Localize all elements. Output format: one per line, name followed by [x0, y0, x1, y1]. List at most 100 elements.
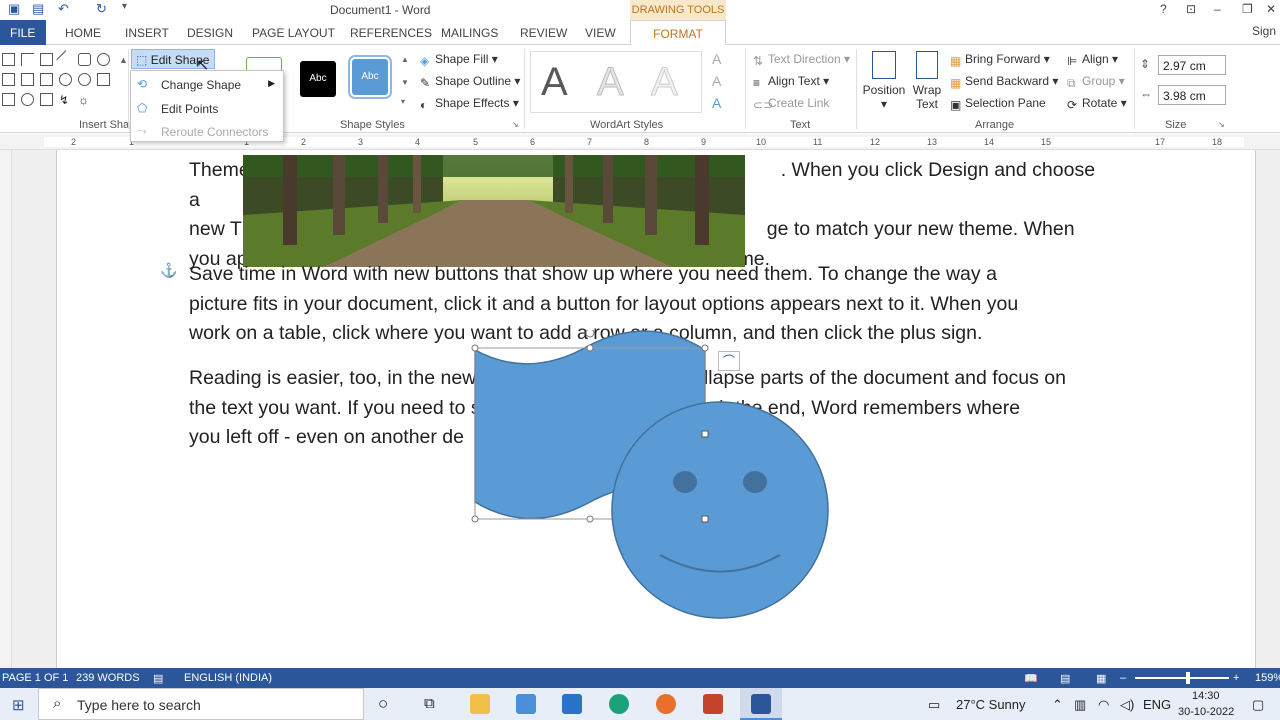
weather-status[interactable]: 27°C Sunny [956, 697, 1026, 712]
send-backward-button[interactable]: ▦ Send Backward ▾ [950, 74, 1058, 90]
bring-forward-button[interactable]: ▦ Bring Forward ▾ [950, 52, 1050, 68]
rotate-handle-icon[interactable] [585, 330, 595, 338]
tab-home[interactable]: HOME [65, 26, 101, 40]
file-explorer-icon[interactable] [470, 694, 490, 714]
shape-outline-button[interactable]: ✎ Shape Outline ▾ [420, 74, 520, 90]
tab-design[interactable]: DESIGN [187, 26, 233, 40]
shapes-layer[interactable] [460, 330, 850, 620]
language-status[interactable]: ENGLISH (INDIA) [184, 672, 272, 684]
resize-handle[interactable] [701, 344, 709, 352]
notifications-icon[interactable]: ▢ [1252, 697, 1264, 713]
edit-point-handle[interactable] [701, 515, 709, 523]
align-text-button[interactable]: ≡ Align Text ▾ [753, 74, 829, 90]
tab-mailings[interactable]: MAILINGS [441, 26, 498, 40]
styles-more-icon[interactable]: ▾ [401, 97, 405, 106]
menu-change-shape[interactable]: Change Shape [161, 78, 241, 92]
anchor-icon[interactable]: ⚓ [160, 262, 177, 279]
redo-icon[interactable]: ↻ [96, 1, 107, 17]
firefox-icon[interactable] [656, 694, 676, 714]
wrap-text-button[interactable]: Wrap Text [910, 51, 944, 111]
restore-icon[interactable]: ❐ [1242, 2, 1253, 16]
word-icon[interactable]: ▣ [8, 1, 20, 17]
wordart-gallery[interactable]: A A A [530, 51, 702, 113]
word-count[interactable]: 239 WORDS [76, 672, 140, 684]
edge-icon[interactable] [609, 694, 629, 714]
vertical-ruler[interactable] [0, 150, 12, 668]
network-icon[interactable]: ▥ [1074, 697, 1086, 713]
page-count[interactable]: PAGE 1 OF 1 [2, 672, 68, 684]
zoom-in-icon[interactable]: + [1233, 672, 1239, 684]
undo-icon[interactable]: ↶ [58, 1, 69, 17]
selection-pane-button[interactable]: ▣ Selection Pane [950, 96, 1046, 112]
width-input[interactable]: 3.98 cm [1158, 85, 1226, 105]
layout-options-icon[interactable]: ⌒ [718, 351, 740, 371]
zoom-slider[interactable] [1135, 677, 1229, 679]
shape-style-black[interactable]: Abc [300, 61, 336, 97]
tab-page-layout[interactable]: PAGE LAYOUT [252, 26, 335, 40]
wordart-style-2[interactable]: A [597, 60, 625, 105]
group-button[interactable]: ⧉ Group ▾ [1067, 74, 1125, 90]
shape-gallery[interactable]: ↯ ☼ [2, 50, 120, 107]
tab-references[interactable]: REFERENCES [350, 26, 432, 40]
shape-fill-button[interactable]: ◈ Shape Fill ▾ [420, 52, 498, 68]
tray-chevron-icon[interactable]: ⌃ [1052, 697, 1063, 713]
mail-icon[interactable] [562, 694, 582, 714]
word-taskbar-button[interactable] [740, 688, 782, 720]
proofing-icon[interactable]: ▤ [153, 672, 163, 685]
shape-effects-button[interactable]: ◐ Shape Effects ▾ [420, 96, 519, 112]
zoom-out-icon[interactable]: – [1120, 672, 1126, 684]
help-button[interactable]: ? [1160, 2, 1167, 16]
zoom-slider-thumb[interactable] [1186, 672, 1190, 684]
clock-date[interactable]: 30-10-2022 [1178, 706, 1234, 718]
text-direction-button[interactable]: ⇅ Text Direction ▾ [753, 52, 850, 68]
ribbon-options-icon[interactable]: ⊡ [1186, 2, 1196, 16]
minimize-icon[interactable]: – [1214, 2, 1221, 16]
cortana-icon[interactable]: ○ [378, 694, 388, 714]
text-fill-icon[interactable]: A [712, 51, 721, 67]
save-icon[interactable]: ▤ [32, 1, 44, 17]
customize-qat-icon[interactable]: ▾ [122, 1, 127, 12]
height-input[interactable]: 2.97 cm [1158, 55, 1226, 75]
shape-style-blue[interactable]: Abc [348, 55, 392, 99]
resize-handle[interactable] [586, 515, 594, 523]
print-layout-icon[interactable]: ▤ [1060, 672, 1070, 685]
edit-point-handle[interactable] [701, 430, 709, 438]
resize-handle[interactable] [586, 344, 594, 352]
text-effects-icon[interactable]: A [712, 95, 721, 111]
tab-format[interactable]: FORMAT [630, 20, 726, 46]
smiley-face-shape[interactable] [611, 401, 829, 619]
resize-handle[interactable] [471, 515, 479, 523]
text-outline-icon[interactable]: A [712, 73, 721, 89]
size-launcher-icon[interactable]: ↘ [1218, 120, 1225, 129]
input-language[interactable]: ENG [1143, 697, 1171, 712]
news-widget-icon[interactable]: ▭ [928, 697, 940, 713]
create-link-button[interactable]: ⊂⊃Create Link [753, 96, 829, 112]
tab-file[interactable]: FILE [0, 20, 46, 45]
wordart-style-3[interactable]: A [651, 60, 679, 105]
wordart-style-1[interactable]: A [541, 60, 568, 105]
taskbar-search[interactable]: ⌕ Type here to search [38, 688, 364, 720]
align-button[interactable]: ⊫ Align ▾ [1067, 52, 1118, 68]
resize-handle[interactable] [471, 344, 479, 352]
gallery-scroll-icon[interactable]: ▲ [119, 55, 128, 65]
shape-styles-launcher-icon[interactable]: ↘ [512, 120, 519, 129]
wifi-icon[interactable]: ◠ [1098, 697, 1109, 713]
task-view-icon[interactable]: ⧉ [424, 695, 435, 712]
tab-review[interactable]: REVIEW [520, 26, 567, 40]
close-icon[interactable]: ✕ [1266, 2, 1276, 16]
sign-in-link[interactable]: Sign [1252, 24, 1276, 38]
styles-scroll-up-icon[interactable]: ▲ [401, 55, 409, 64]
powerpoint-icon[interactable] [703, 694, 723, 714]
rotate-button[interactable]: ⟳ Rotate ▾ [1067, 96, 1127, 112]
volume-icon[interactable]: ◁) [1120, 697, 1134, 713]
read-mode-icon[interactable]: 📖 [1024, 672, 1038, 685]
forest-road-picture[interactable] [243, 155, 745, 267]
tab-view[interactable]: VIEW [585, 26, 616, 40]
clock-time[interactable]: 14:30 [1192, 690, 1220, 702]
web-layout-icon[interactable]: ▦ [1096, 672, 1106, 685]
store-icon[interactable] [516, 694, 536, 714]
menu-edit-points[interactable]: Edit Points [161, 102, 218, 116]
tab-insert[interactable]: INSERT [125, 26, 169, 40]
zoom-level[interactable]: 159% [1255, 672, 1280, 684]
position-button[interactable]: Position ▾ [862, 51, 906, 111]
